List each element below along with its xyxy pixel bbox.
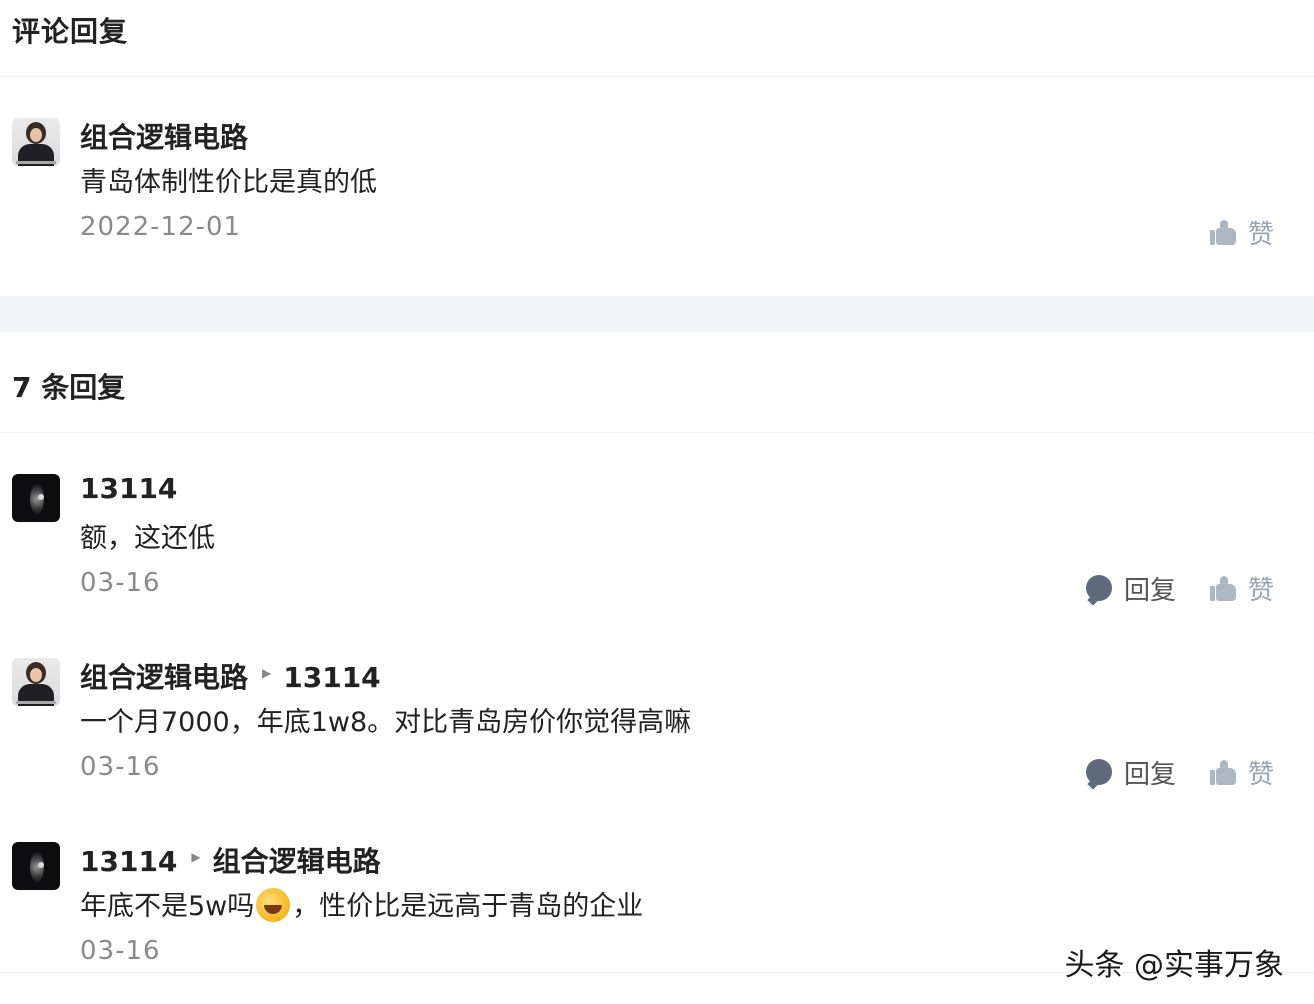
reply-content: 一个月7000，年底1w8。对比青岛房价你觉得高嘛 xyxy=(80,707,692,738)
page-title: 评论回复 xyxy=(12,15,129,48)
header: 评论回复 xyxy=(0,0,1314,77)
reply-content: 年底不是5w吗 ，性价比是远高于青岛的企业 xyxy=(80,884,643,925)
reply-username-line: 13114 ▶ 组合逻辑电路 xyxy=(80,840,381,880)
laughing-crying-emoji-icon xyxy=(256,887,291,922)
like-label: 赞 xyxy=(1247,219,1274,250)
divider xyxy=(0,432,1314,433)
reply-actions: 回复 赞 xyxy=(1052,568,1274,608)
reply-actions: 回复 赞 xyxy=(1052,752,1274,792)
reply-label: 回复 xyxy=(1123,759,1176,790)
section-divider xyxy=(0,296,1314,332)
reply-username-line: 组合逻辑电路 ▶ 13114 xyxy=(80,656,381,696)
thumbs-up-icon xyxy=(1209,219,1236,245)
thumbs-up-icon xyxy=(1209,575,1236,601)
comment-reply-page: 评论回复 组合逻辑电路 青岛体制性价比是真的低 2022-12-01 赞 7 条… xyxy=(0,0,1314,1004)
avatar[interactable] xyxy=(12,658,60,706)
like-button[interactable]: 赞 xyxy=(1209,754,1274,791)
like-label: 赞 xyxy=(1247,759,1274,790)
comment-content: 青岛体制性价比是真的低 xyxy=(80,167,377,198)
like-label: 赞 xyxy=(1247,575,1274,606)
thumbs-up-icon xyxy=(1209,759,1236,785)
triangle-right-icon: ▶ xyxy=(191,850,201,864)
reply-username[interactable]: 13114 xyxy=(80,472,177,505)
replies-count-title: 7 条回复 xyxy=(12,371,126,404)
reply-label: 回复 xyxy=(1123,575,1176,606)
comment-bubble-icon xyxy=(1085,575,1112,601)
reply-content: 额，这还低 xyxy=(80,523,215,554)
reply-content-part: 年底不是5w吗 xyxy=(80,891,255,922)
reply-date: 03-16 xyxy=(80,568,161,598)
reply-button[interactable]: 回复 xyxy=(1085,754,1176,791)
comment-actions: 赞 xyxy=(1176,212,1274,252)
comment-bubble-icon xyxy=(1085,759,1112,785)
comment-date: 2022-12-01 xyxy=(80,212,242,242)
reply-button[interactable]: 回复 xyxy=(1085,570,1176,607)
reply-username[interactable]: 组合逻辑电路 xyxy=(80,661,248,694)
watermark: 头条 @实事万象 xyxy=(1064,948,1284,983)
reply-to-username[interactable]: 组合逻辑电路 xyxy=(213,845,381,878)
reply-content-part: ，性价比是远高于青岛的企业 xyxy=(292,891,644,922)
reply-username[interactable]: 13114 xyxy=(80,845,177,878)
avatar[interactable] xyxy=(12,474,60,522)
like-button[interactable]: 赞 xyxy=(1209,570,1274,607)
avatar[interactable] xyxy=(12,842,60,890)
triangle-right-icon: ▶ xyxy=(262,666,272,680)
avatar[interactable] xyxy=(12,118,60,166)
comment-username[interactable]: 组合逻辑电路 xyxy=(80,116,248,156)
like-button[interactable]: 赞 xyxy=(1209,214,1274,251)
reply-to-username[interactable]: 13114 xyxy=(283,661,380,694)
reply-date: 03-16 xyxy=(80,936,161,966)
reply-date: 03-16 xyxy=(80,752,161,782)
